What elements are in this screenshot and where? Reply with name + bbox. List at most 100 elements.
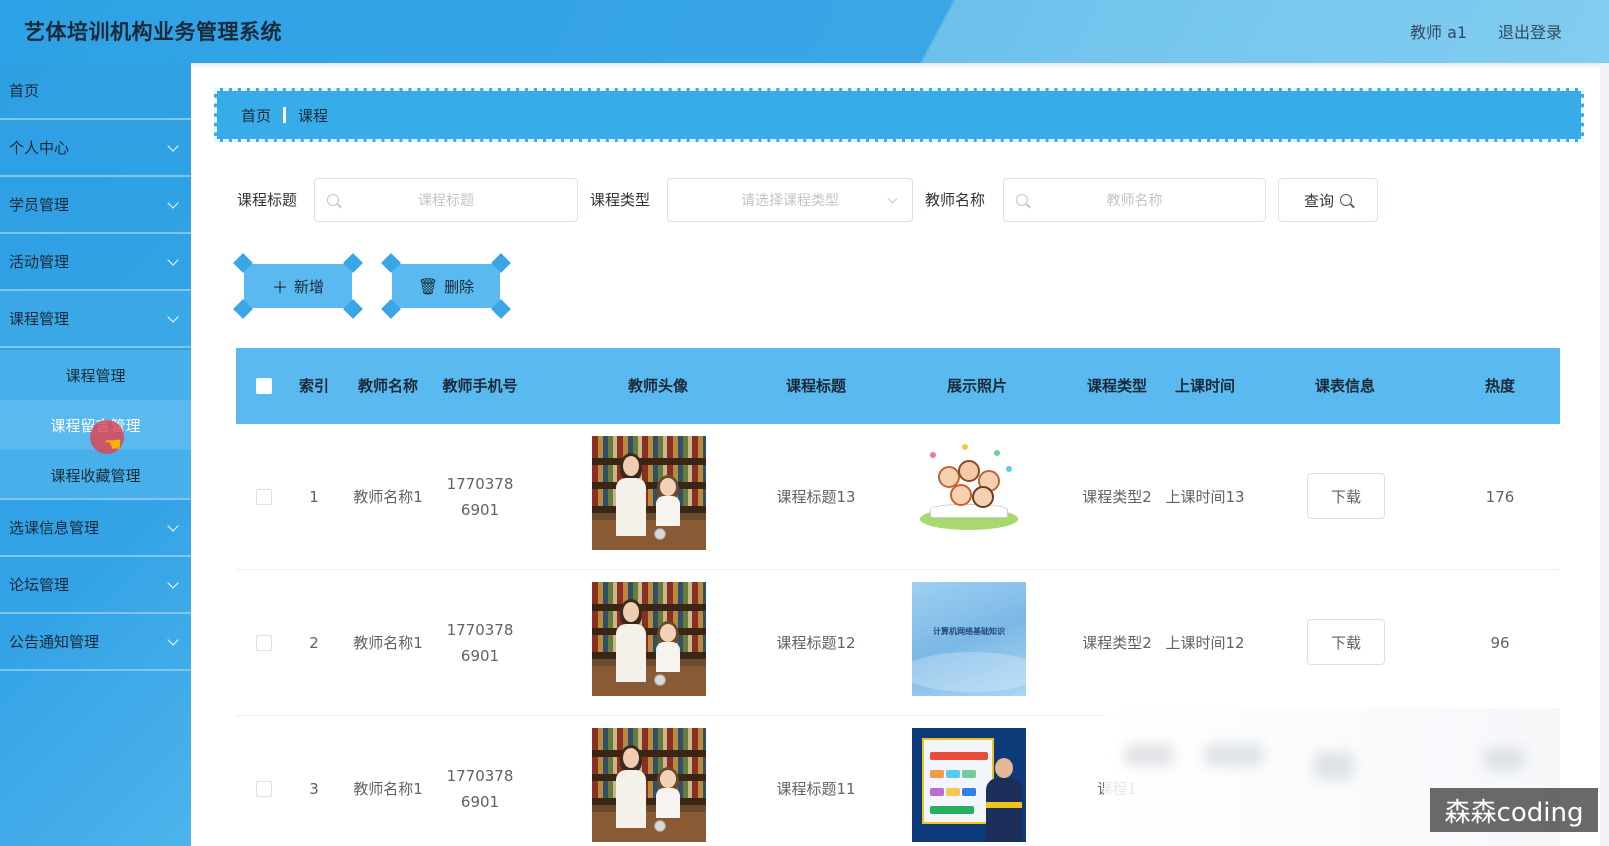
cell-course-title: 课程标题11 <box>776 780 856 798</box>
sidebar-item-forum-management[interactable]: 论坛管理 <box>0 557 191 614</box>
cell-class-time: 上课时间13 <box>1165 488 1245 506</box>
corner-decoration <box>233 299 253 319</box>
sidebar: 首页 个人中心 学员管理 活动管理 课程管理 课程管理 课程留言管理 课程收藏管… <box>0 63 191 846</box>
corner-decoration <box>343 253 363 273</box>
teacher-avatar-image <box>592 436 706 550</box>
column-header-teacher-name: 教师名称 <box>357 377 418 395</box>
corner-decoration <box>233 253 253 273</box>
vertical-scrollbar[interactable] <box>1600 63 1609 846</box>
chevron-down-icon <box>167 197 179 209</box>
course-display-photo: 计算机网络基础知识 <box>912 582 1026 696</box>
cell-heat: 96 <box>1490 634 1510 652</box>
select-all-checkbox[interactable] <box>256 378 272 394</box>
column-header-course-type: 课程类型 <box>1086 377 1147 395</box>
cell-index: 3 <box>309 780 319 798</box>
column-header-teacher-phone: 教师手机号 <box>442 377 518 395</box>
top-header: 艺体培训机构业务管理系统 教师 a1 退出登录 <box>0 0 1609 63</box>
course-type-select[interactable]: 请选择课程类型 <box>667 178 913 222</box>
search-icon <box>1016 194 1028 206</box>
table-header: 索引 教师名称 教师手机号 教师头像 课程标题 展示照片 课程类型 上课时间 课… <box>236 348 1560 424</box>
column-header-schedule: 课表信息 <box>1314 377 1375 395</box>
breadcrumb-separator <box>283 107 287 123</box>
column-header-course-title: 课程标题 <box>785 377 846 395</box>
course-title-input[interactable]: 课程标题 <box>314 178 578 222</box>
row-checkbox[interactable] <box>256 635 272 651</box>
cell-teacher-name: 教师名称1 <box>353 634 423 652</box>
download-schedule-button[interactable]: 下载 <box>1307 473 1385 519</box>
course-type-placeholder: 请选择课程类型 <box>741 193 839 209</box>
column-header-class-time: 上课时间 <box>1174 377 1235 395</box>
row-checkbox[interactable] <box>256 489 272 505</box>
sidebar-item-label: 论坛管理 <box>9 576 70 594</box>
teacher-name-label: 教师名称 <box>925 191 986 209</box>
row-checkbox[interactable] <box>256 781 272 797</box>
watermark: 森森coding <box>1430 788 1598 832</box>
sidebar-item-activity-management[interactable]: 活动管理 <box>0 234 191 291</box>
hand-pointer-icon: ☚ <box>104 432 122 456</box>
course-display-photo <box>912 436 1026 550</box>
cell-course-type: 课程类型2 <box>1082 488 1152 506</box>
cell-class-time: 上课时间12 <box>1165 634 1245 652</box>
column-header-teacher-avatar: 教师头像 <box>627 377 688 395</box>
chevron-down-icon <box>167 634 179 646</box>
sidebar-item-personal-center[interactable]: 个人中心 <box>0 120 191 177</box>
sidebar-item-label: 学员管理 <box>9 196 70 214</box>
cell-heat: 176 <box>1485 488 1515 506</box>
delete-button-label: 删除 <box>444 277 475 296</box>
table-row[interactable]: 1 教师名称1 17703786901 课程标题13 课程类型2 上课时间13 … <box>236 424 1560 570</box>
search-icon <box>1340 194 1352 206</box>
teacher-name-placeholder: 教师名称 <box>1106 193 1163 209</box>
cell-course-title: 课程标题13 <box>776 488 856 506</box>
corner-decoration <box>491 253 511 273</box>
teacher-avatar-image <box>592 728 706 842</box>
download-schedule-button[interactable]: 下载 <box>1307 619 1385 665</box>
chevron-down-icon <box>167 140 179 152</box>
sidebar-item-enrollment-management[interactable]: 选课信息管理 <box>0 500 191 557</box>
corner-decoration <box>381 299 401 319</box>
course-type-label: 课程类型 <box>590 191 651 209</box>
sidebar-item-notice-management[interactable]: 公告通知管理 <box>0 614 191 671</box>
photo-caption: 计算机网络基础知识 <box>933 627 1005 636</box>
query-button[interactable]: 查询 <box>1278 178 1378 222</box>
sidebar-item-label: 首页 <box>9 82 40 100</box>
logout-link[interactable]: 退出登录 <box>1498 19 1562 43</box>
course-title-placeholder: 课程标题 <box>418 193 474 209</box>
sidebar-item-label: 公告通知管理 <box>9 633 100 651</box>
cell-index: 1 <box>309 488 319 506</box>
app-title: 艺体培训机构业务管理系统 <box>24 20 282 44</box>
breadcrumb-home[interactable]: 首页 <box>241 105 271 126</box>
table-row[interactable]: 2 教师名称1 17703786901 课程标题12 计算机网络基础知识 课程类… <box>236 570 1560 716</box>
sidebar-item-student-management[interactable]: 学员管理 <box>0 177 191 234</box>
query-button-label: 查询 <box>1303 191 1334 210</box>
chevron-down-icon <box>167 311 179 323</box>
add-button[interactable]: ＋ 新增 <box>233 253 363 319</box>
submenu-item-label: 课程收藏管理 <box>50 466 141 485</box>
delete-button[interactable]: 🗑 删除 <box>381 253 511 319</box>
sidebar-item-label: 个人中心 <box>9 139 70 157</box>
corner-decoration <box>343 299 363 319</box>
course-display-photo <box>912 728 1026 842</box>
cell-course-title: 课程标题12 <box>776 634 856 652</box>
teacher-name-input[interactable]: 教师名称 <box>1003 178 1266 222</box>
sidebar-item-label: 课程管理 <box>9 310 70 328</box>
sidebar-item-course-management[interactable]: 课程管理 <box>0 291 191 348</box>
submenu-item-label: 课程管理 <box>65 366 126 385</box>
cell-teacher-phone: 17703786901 <box>446 767 514 811</box>
corner-decoration <box>491 299 511 319</box>
cell-teacher-name: 教师名称1 <box>353 780 423 798</box>
trash-icon: 🗑 <box>417 276 439 296</box>
current-user: 教师 a1 <box>1410 23 1468 42</box>
cell-teacher-phone: 17703786901 <box>446 475 514 519</box>
cell-teacher-name: 教师名称1 <box>353 488 423 506</box>
course-title-label: 课程标题 <box>237 191 298 209</box>
breadcrumb-current: 课程 <box>298 106 329 125</box>
column-header-heat: 热度 <box>1484 377 1515 395</box>
column-header-display-photo: 展示照片 <box>946 377 1007 395</box>
chevron-down-icon <box>167 577 179 589</box>
sidebar-item-home[interactable]: 首页 <box>0 63 191 120</box>
teacher-avatar-image <box>592 582 706 696</box>
submenu-item-course-favorites[interactable]: 课程收藏管理 <box>0 450 191 500</box>
submenu-item-course[interactable]: 课程管理 <box>0 350 191 400</box>
corner-decoration <box>381 253 401 273</box>
cell-course-type: 课程类型2 <box>1082 634 1152 652</box>
